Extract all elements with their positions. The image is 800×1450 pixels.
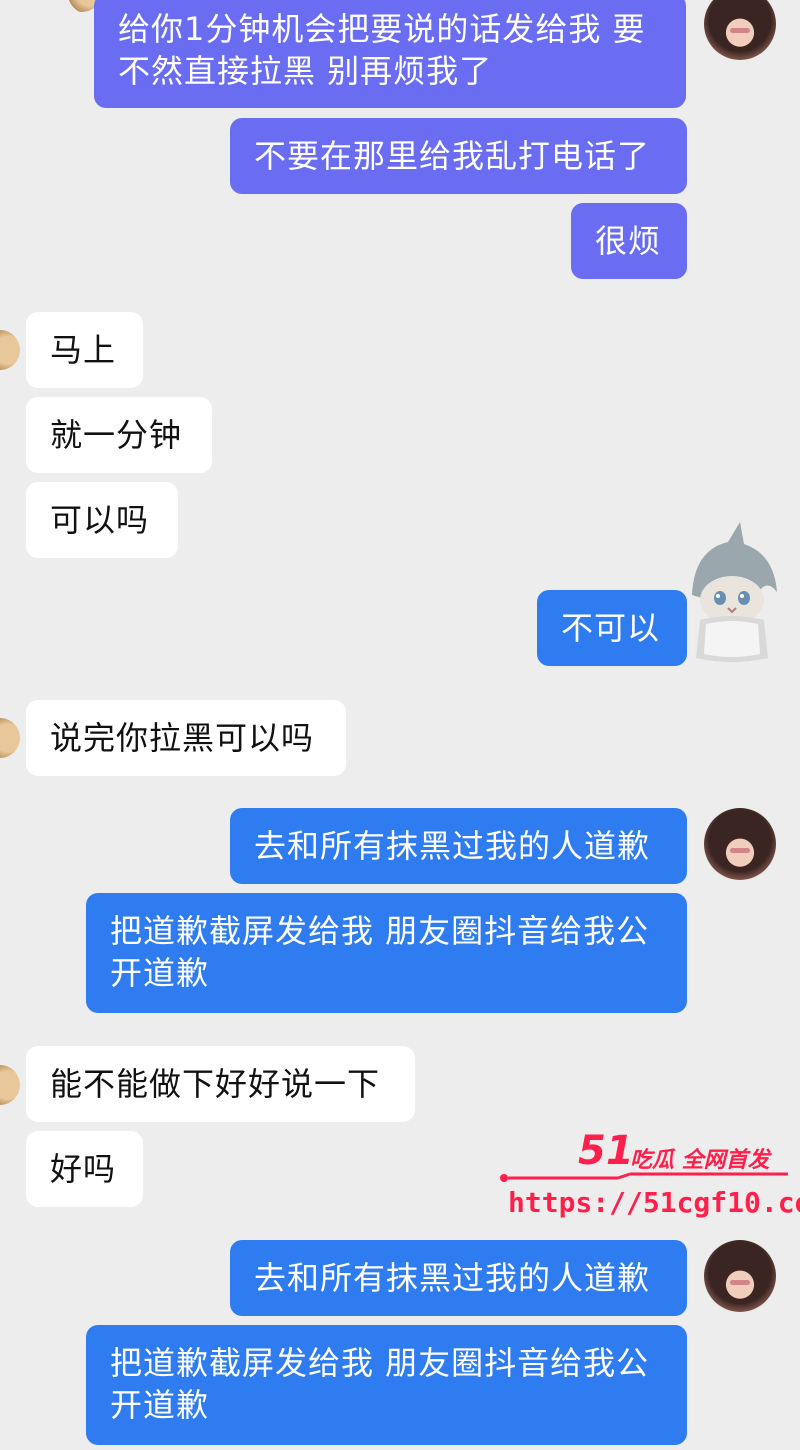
message-bubble-outgoing[interactable]: 不可以 — [537, 590, 687, 666]
watermark-url: https://51cgf10.com — [508, 1186, 800, 1219]
user-avatar[interactable] — [704, 808, 776, 880]
message-bubble-outgoing[interactable]: 不要在那里给我乱打电话了 — [230, 118, 687, 194]
message-bubble-outgoing[interactable]: 把道歉截屏发给我 朋友圈抖音给我公开道歉 — [86, 893, 687, 1013]
watermark-line-icon — [500, 1172, 788, 1182]
message-bubble-incoming[interactable]: 能不能做下好好说一下 — [26, 1046, 415, 1122]
watermark-brand: 吃瓜 全网首发 — [630, 1148, 770, 1173]
message-bubble-incoming[interactable]: 就一分钟 — [26, 397, 212, 473]
message-bubble-incoming[interactable]: 说完你拉黑可以吗 — [26, 700, 346, 776]
site-watermark: 51 吃瓜 全网首发 https://51cgf10.com — [498, 1128, 800, 1228]
cat-shark-sticker-icon[interactable] — [682, 520, 782, 665]
watermark-number: 51 — [578, 1128, 634, 1174]
message-bubble-incoming[interactable]: 可以吗 — [26, 482, 178, 558]
peer-avatar[interactable] — [0, 330, 20, 370]
message-bubble-incoming[interactable]: 好吗 — [26, 1131, 143, 1207]
message-bubble-incoming[interactable]: 马上 — [26, 312, 143, 388]
message-bubble-outgoing[interactable]: 很烦 — [571, 203, 687, 279]
user-avatar[interactable] — [704, 1240, 776, 1312]
user-avatar-top[interactable] — [704, 0, 776, 60]
message-bubble-outgoing[interactable]: 去和所有抹黑过我的人道歉 — [230, 808, 687, 884]
message-bubble-outgoing[interactable]: 去和所有抹黑过我的人道歉 — [230, 1240, 687, 1316]
peer-avatar[interactable] — [0, 1065, 20, 1105]
message-bubble-outgoing[interactable]: 给你1分钟机会把要说的话发给我 要不然直接拉黑 别再烦我了 — [94, 0, 686, 108]
message-bubble-outgoing[interactable]: 把道歉截屏发给我 朋友圈抖音给我公开道歉 — [86, 1325, 687, 1445]
peer-avatar[interactable] — [0, 718, 20, 758]
